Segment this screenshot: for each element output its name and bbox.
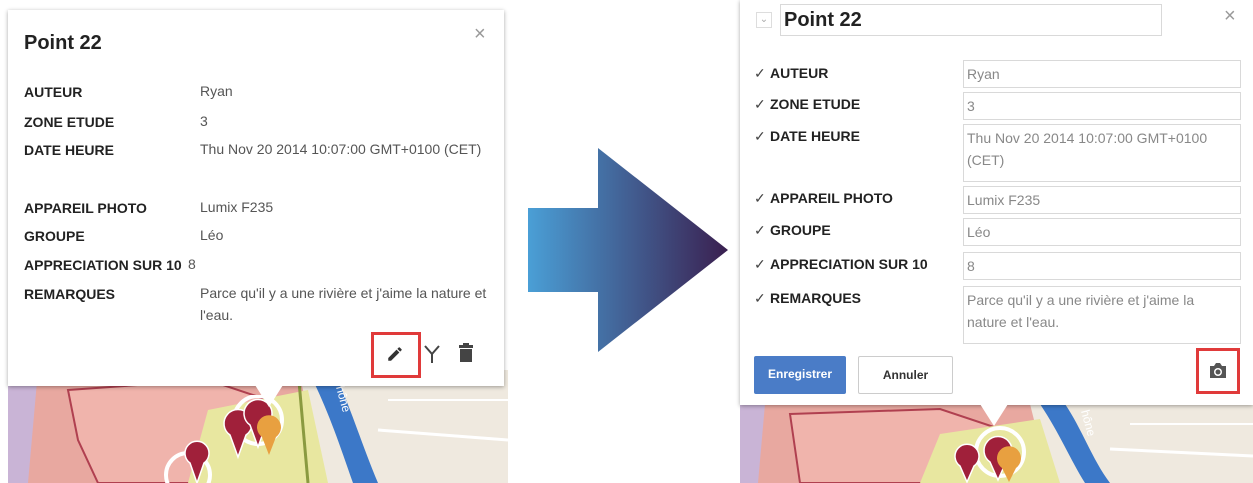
field-input-groupe[interactable]: Léo bbox=[963, 218, 1241, 246]
save-button[interactable]: Enregistrer bbox=[754, 356, 846, 394]
field-input-zone-etude[interactable]: 3 bbox=[963, 92, 1241, 120]
collapse-icon[interactable]: ⌄ bbox=[756, 12, 772, 28]
field-input-appreciation[interactable]: 8 bbox=[963, 252, 1241, 280]
field-checkbox-appareil-photo[interactable]: ✓ bbox=[754, 190, 766, 207]
right-popup-pointer bbox=[980, 404, 1008, 426]
field-input-remarques[interactable]: Parce qu'il y a une rivière et j'aime la… bbox=[963, 286, 1241, 344]
pencil-icon[interactable] bbox=[386, 345, 404, 363]
map-markers[interactable] bbox=[940, 424, 1030, 483]
field-label-date-heure: DATE HEURE bbox=[24, 142, 114, 158]
left-popup-pointer bbox=[255, 385, 283, 407]
field-value-remarques: Parce qu'il y a une rivière et j'aime la… bbox=[200, 285, 487, 323]
field-label-appreciation: APPRECIATION SUR 10 bbox=[770, 256, 928, 272]
field-checkbox-date-heure[interactable]: ✓ bbox=[754, 128, 766, 145]
cancel-button[interactable]: Annuler bbox=[858, 356, 953, 394]
field-label-appareil-photo: APPAREIL PHOTO bbox=[770, 190, 893, 206]
camera-icon[interactable] bbox=[1208, 362, 1228, 380]
field-checkbox-zone-etude[interactable]: ✓ bbox=[754, 96, 766, 113]
field-label-groupe: GROUPE bbox=[770, 222, 831, 238]
field-label-appareil-photo: APPAREIL PHOTO bbox=[24, 200, 147, 216]
close-icon[interactable]: × bbox=[1224, 6, 1236, 26]
transition-arrow bbox=[528, 148, 728, 352]
field-value-auteur: Ryan bbox=[200, 83, 233, 99]
field-label-date-heure: DATE HEURE bbox=[770, 128, 860, 144]
fork-icon[interactable] bbox=[423, 344, 441, 364]
field-value-groupe: Léo bbox=[200, 227, 224, 243]
field-checkbox-auteur[interactable]: ✓ bbox=[754, 65, 766, 82]
field-value-zone-etude: 3 bbox=[200, 113, 208, 129]
field-label-zone-etude: ZONE ETUDE bbox=[770, 96, 861, 112]
popup-title: Point 22 bbox=[24, 32, 102, 54]
field-input-appareil-photo[interactable]: Lumix F235 bbox=[963, 186, 1241, 214]
field-checkbox-groupe[interactable]: ✓ bbox=[754, 222, 766, 239]
field-label-remarques: REMARQUES bbox=[770, 290, 862, 306]
field-input-date-heure[interactable]: Thu Nov 20 2014 10:07:00 GMT+0100 (CET) bbox=[963, 124, 1241, 182]
left-info-popup: Point 22 × AUTEUR Ryan ZONE ETUDE 3 DATE… bbox=[8, 10, 504, 386]
field-label-zone-etude: ZONE ETUDE bbox=[24, 114, 115, 130]
field-label-auteur: AUTEUR bbox=[770, 65, 829, 81]
field-label-remarques: REMARQUES bbox=[24, 286, 116, 302]
field-label-appreciation: APPRECIATION SUR 10 bbox=[24, 257, 182, 273]
map-markers[interactable] bbox=[158, 395, 288, 483]
field-input-auteur[interactable]: Ryan bbox=[963, 60, 1241, 88]
close-icon[interactable]: × bbox=[474, 24, 486, 44]
trash-icon[interactable] bbox=[458, 343, 474, 363]
title-input[interactable]: Point 22 bbox=[780, 4, 1162, 36]
field-label-auteur: AUTEUR bbox=[24, 84, 83, 100]
field-checkbox-appreciation[interactable]: ✓ bbox=[754, 256, 766, 273]
field-checkbox-remarques[interactable]: ✓ bbox=[754, 290, 766, 307]
field-value-date-heure: Thu Nov 20 2014 10:07:00 GMT+0100 (CET) bbox=[200, 141, 482, 157]
field-value-appreciation: 8 bbox=[188, 256, 196, 272]
field-label-groupe: GROUPE bbox=[24, 228, 85, 244]
field-value-appareil-photo: Lumix F235 bbox=[200, 199, 274, 215]
right-edit-popup: ⌄ Point 22 × ✓ AUTEUR Ryan ✓ ZONE ETUDE … bbox=[740, 0, 1253, 405]
